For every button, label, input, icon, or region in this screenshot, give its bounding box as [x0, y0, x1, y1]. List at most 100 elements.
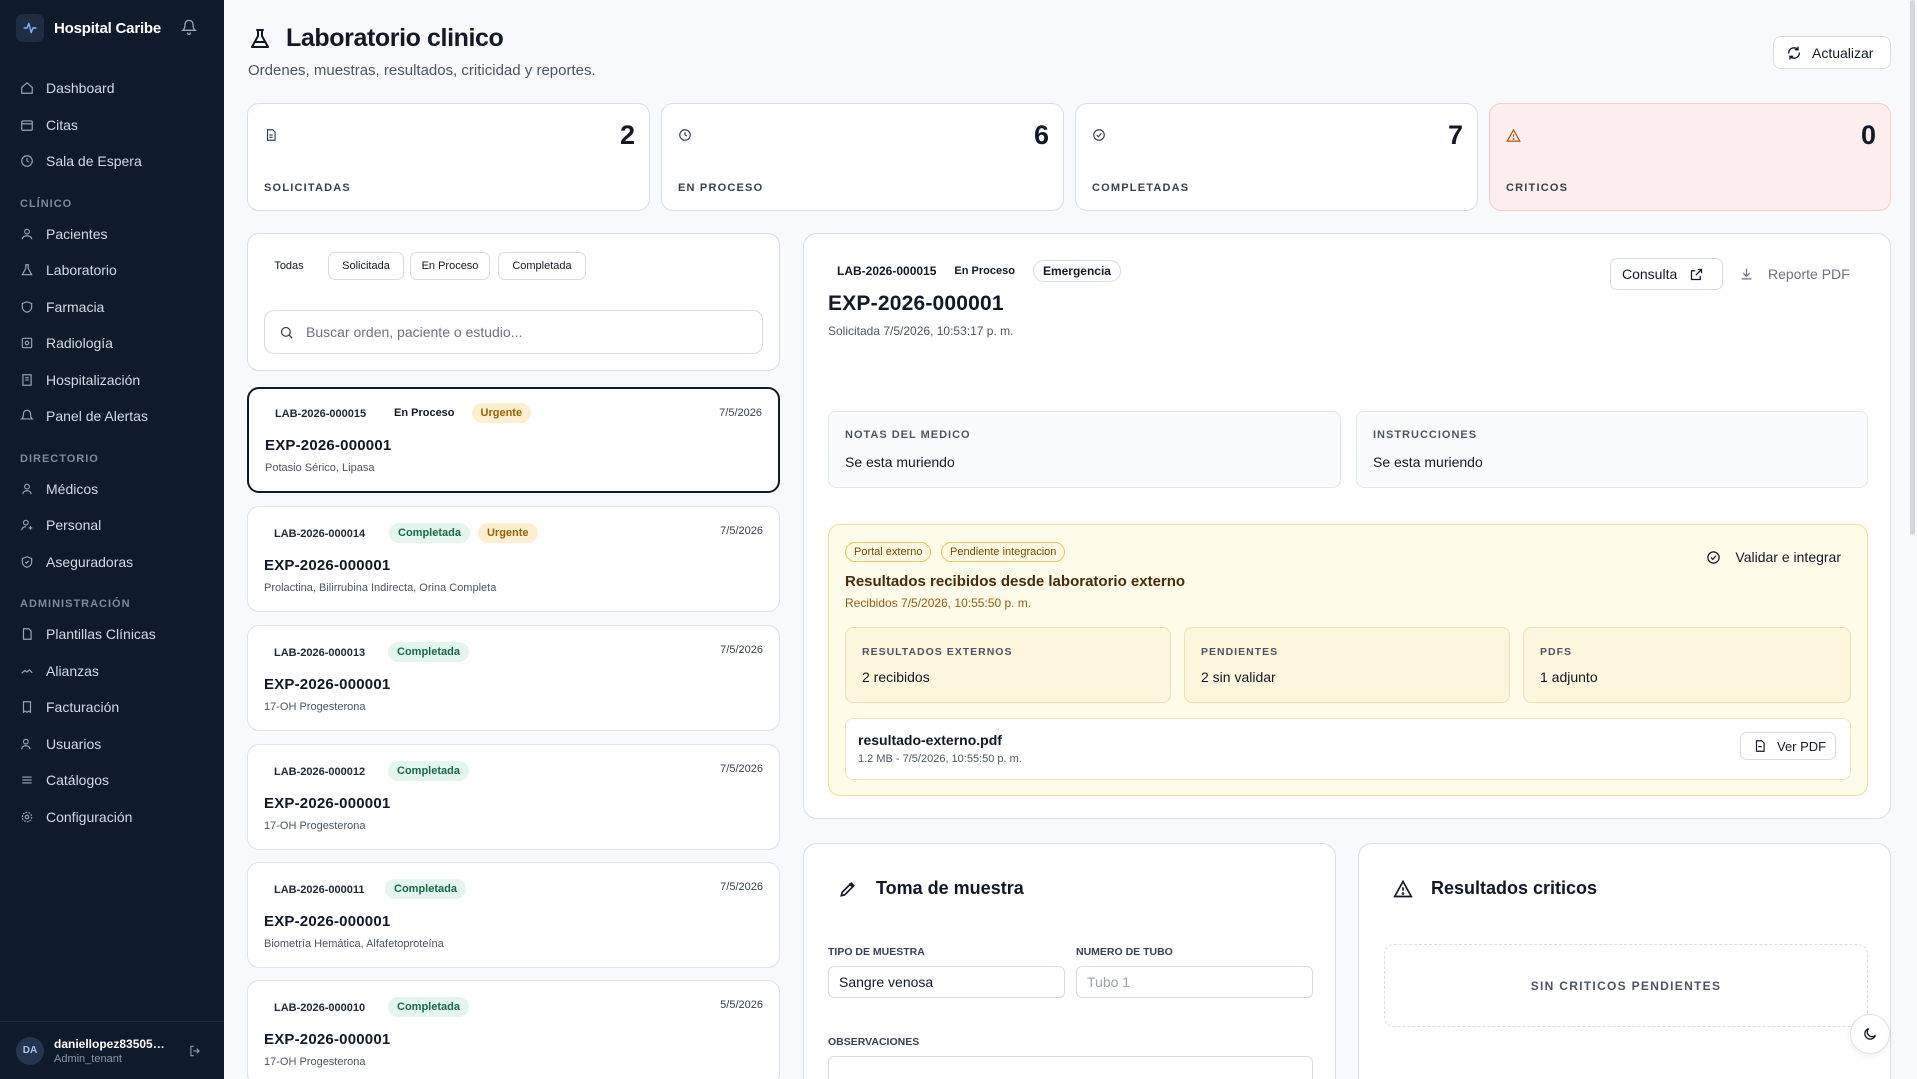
page-title-text: Laboratorio clinico	[286, 24, 504, 52]
status-badge: Completada	[389, 523, 470, 543]
order-date: 7/5/2026	[719, 407, 762, 419]
external-stat-value: 2 sin validar	[1201, 669, 1276, 685]
alert-triangle-icon	[1506, 128, 1521, 148]
stat-value: 7	[1447, 120, 1463, 150]
detail-requested: Solicitada 7/5/2026, 10:53:17 p. m.	[828, 324, 1014, 338]
sidebar-item-facturacion[interactable]: Facturación	[0, 689, 224, 726]
sidebar-item-label: Sala de Espera	[46, 153, 142, 170]
sidebar-item-sala-de-espera[interactable]: Sala de Espera	[0, 143, 224, 180]
reporte-pdf-button[interactable]: Reporte PDF	[1739, 258, 1850, 290]
external-stat: RESULTADOS EXTERNOS 2 recibidos	[845, 627, 1171, 703]
stat-card-solicitadas: 2 SOLICITADAS	[247, 103, 650, 211]
sidebar-item-alianzas[interactable]: Alianzas	[0, 653, 224, 690]
stat-card-criticos: 0 CRITICOS	[1489, 103, 1891, 211]
order-card[interactable]: LAB-2026-000014 Completada Urgente 7/5/2…	[247, 506, 780, 612]
sidebar-item-farmacia[interactable]: Farmacia	[0, 289, 224, 326]
stat-value: 2	[619, 120, 635, 150]
scrollbar[interactable]	[1910, 0, 1915, 535]
order-date: 7/5/2026	[720, 763, 763, 775]
order-card[interactable]: LAB-2026-000011 Completada 7/5/2026 EXP-…	[247, 862, 780, 968]
sidebar-item-plantillas-clinicas[interactable]: Plantillas Clínicas	[0, 616, 224, 653]
refresh-label: Actualizar	[1812, 44, 1874, 61]
detail-code: LAB-2026-000015	[837, 264, 937, 278]
attachment-meta: 1.2 MB - 7/5/2026, 10:55:50 p. m.	[858, 753, 1022, 765]
sample-title-text: Toma de muestra	[876, 878, 1024, 898]
shield-check-icon	[21, 555, 33, 568]
order-exp: EXP-2026-000001	[264, 1031, 391, 1048]
sidebar-item-aseguradoras[interactable]: Aseguradoras	[0, 544, 224, 581]
notifications-bell-icon[interactable]	[178, 16, 200, 38]
sidebar-item-label: Aseguradoras	[46, 553, 134, 570]
sidebar-item-hospitalizacion[interactable]: Hospitalización	[0, 362, 224, 399]
sample-type-label: TIPO DE MUESTRA	[828, 946, 925, 958]
filter-panel: Todas Solicitada En Proceso Completada B…	[247, 233, 780, 371]
refresh-button[interactable]: Actualizar	[1773, 36, 1891, 69]
filter-chip-todas[interactable]: Todas	[264, 252, 314, 280]
sample-type-field[interactable]: Sangre venosa	[828, 966, 1065, 998]
sidebar-item-configuracion[interactable]: Configuración	[0, 799, 224, 836]
priority-badge: Urgente	[477, 523, 538, 543]
filter-chip-en-proceso[interactable]: En Proceso	[410, 252, 490, 280]
external-stat-value: 1 adjunto	[1540, 669, 1598, 685]
instructions-value: Se esta muriendo	[1373, 454, 1483, 470]
sidebar-item-laboratorio[interactable]: Laboratorio	[0, 252, 224, 289]
receipt-icon	[22, 701, 32, 714]
filter-chip-solicitada[interactable]: Solicitada	[328, 252, 404, 280]
sidebar-item-catalogos[interactable]: Catálogos	[0, 762, 224, 799]
detail-header: LAB-2026-000015 En Proceso Emergencia	[837, 260, 1121, 282]
order-tests: 17-OH Progesterona	[264, 1056, 366, 1068]
tube-number-field[interactable]: Tubo 1	[1076, 966, 1313, 998]
sidebar-item-citas[interactable]: Citas	[0, 107, 224, 144]
logout-icon[interactable]	[188, 1044, 202, 1063]
sidebar-item-label: Médicos	[46, 480, 99, 497]
bell-icon	[20, 409, 34, 420]
notes-value: Se esta muriendo	[845, 454, 955, 470]
building-icon	[22, 373, 32, 386]
sample-card: Toma de muestra TIPO DE MUESTRA Sangre v…	[803, 843, 1336, 1079]
sidebar-item-panel-de-alertas[interactable]: Panel de Alertas	[0, 398, 224, 435]
sidebar-item-label: Laboratorio	[46, 262, 117, 279]
theme-toggle-button[interactable]	[1850, 1014, 1890, 1054]
shield-icon	[21, 300, 33, 313]
file-icon	[264, 128, 278, 147]
flask-icon	[21, 264, 33, 276]
validate-button[interactable]: Validar e integrar	[1706, 549, 1841, 565]
list-icon	[22, 776, 32, 784]
clock-icon	[678, 128, 692, 147]
sidebar-item-label: Configuración	[46, 808, 133, 825]
consulta-label: Consulta	[1622, 266, 1678, 282]
sidebar-item-label: Farmacia	[46, 298, 105, 315]
status-badge: En Proceso	[954, 265, 1015, 277]
search-input[interactable]: Buscar orden, paciente o estudio...	[264, 310, 763, 354]
user-profile[interactable]: DA daniellopez835050... Admin_tenant	[0, 1021, 224, 1079]
external-stat: PENDIENTES 2 sin validar	[1184, 627, 1510, 703]
file-icon	[22, 628, 32, 641]
sidebar-item-pacientes[interactable]: Pacientes	[0, 216, 224, 253]
observations-field[interactable]	[828, 1056, 1313, 1079]
order-card[interactable]: LAB-2026-000010 Completada 5/5/2026 EXP-…	[247, 980, 780, 1079]
view-pdf-button[interactable]: Ver PDF	[1740, 732, 1836, 760]
clock-icon	[21, 155, 33, 168]
order-tests: 17-OH Progesterona	[264, 701, 366, 713]
order-date: 5/5/2026	[720, 999, 763, 1011]
sidebar-item-radiologia[interactable]: Radiología	[0, 325, 224, 362]
order-code: LAB-2026-000010	[274, 1002, 366, 1014]
order-card[interactable]: LAB-2026-000013 Completada 7/5/2026 EXP-…	[247, 625, 780, 731]
order-exp: EXP-2026-000001	[264, 795, 391, 812]
order-tests: Prolactina, Bilirrubina Indirecta, Orina…	[264, 582, 497, 594]
filter-chip-completada[interactable]: Completada	[498, 252, 586, 280]
sidebar-item-personal[interactable]: Personal	[0, 507, 224, 544]
consulta-button[interactable]: Consulta	[1610, 258, 1723, 290]
sidebar-item-label: Plantillas Clínicas	[46, 626, 156, 643]
order-card[interactable]: LAB-2026-000015 En Proceso Urgente 7/5/2…	[247, 387, 780, 493]
page-subtitle: Ordenes, muestras, resultados, criticida…	[248, 62, 596, 79]
brand[interactable]: Hospital Caribe	[16, 14, 161, 42]
order-card[interactable]: LAB-2026-000012 Completada 7/5/2026 EXP-…	[247, 744, 780, 850]
order-exp: EXP-2026-000001	[265, 437, 392, 454]
external-link-icon	[1691, 268, 1703, 280]
sidebar-item-dashboard[interactable]: Dashboard	[0, 70, 224, 107]
sidebar-item-medicos[interactable]: Médicos	[0, 471, 224, 508]
flask-icon	[251, 28, 269, 48]
sidebar-item-usuarios[interactable]: Usuarios	[0, 726, 224, 763]
priority-badge: Emergencia	[1032, 260, 1121, 282]
